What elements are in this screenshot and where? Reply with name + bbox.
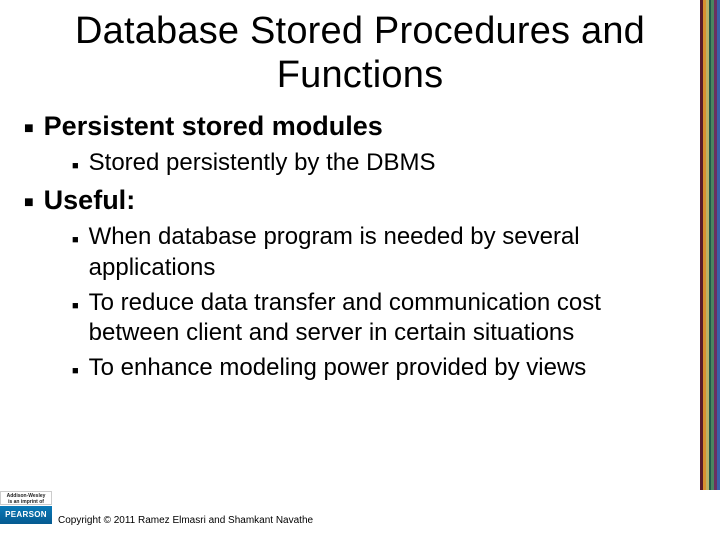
- bullet-level2: ■ Stored persistently by the DBMS: [72, 148, 696, 179]
- bullet-level2: ■ To enhance modeling power provided by …: [72, 353, 696, 384]
- decorative-stripes: [700, 0, 720, 490]
- bullet-level2: ■ When database program is needed by sev…: [72, 222, 696, 283]
- square-bullet-icon: ■: [24, 120, 34, 138]
- imprint-label: Addison-Wesley is an imprint of: [0, 491, 52, 505]
- bullet-text: Persistent stored modules: [44, 111, 383, 142]
- square-bullet-icon: ■: [72, 159, 79, 173]
- bullet-text: Useful:: [44, 185, 136, 216]
- slide: Database Stored Procedures and Functions…: [0, 0, 720, 540]
- copyright-text: Copyright © 2011 Ramez Elmasri and Shamk…: [58, 515, 313, 526]
- imprint-line2: is an imprint of: [8, 499, 44, 505]
- slide-title: Database Stored Procedures and Functions: [24, 10, 696, 97]
- square-bullet-icon: ■: [24, 194, 34, 212]
- publisher-logo: Addison-Wesley is an imprint of PEARSON: [0, 491, 52, 525]
- bullet-text: To enhance modeling power provided by vi…: [89, 353, 587, 384]
- square-bullet-icon: ■: [72, 299, 79, 313]
- pearson-brand: PEARSON: [0, 506, 52, 524]
- bullet-level1: ■ Persistent stored modules: [24, 111, 696, 142]
- square-bullet-icon: ■: [72, 233, 79, 247]
- bullet-text: To reduce data transfer and communicatio…: [89, 288, 696, 349]
- bullet-text: When database program is needed by sever…: [89, 222, 696, 283]
- bullet-level2: ■ To reduce data transfer and communicat…: [72, 288, 696, 349]
- square-bullet-icon: ■: [72, 364, 79, 378]
- bullet-level1: ■ Useful:: [24, 185, 696, 216]
- bullet-text: Stored persistently by the DBMS: [89, 148, 436, 179]
- slide-footer: Addison-Wesley is an imprint of PEARSON …: [0, 492, 720, 540]
